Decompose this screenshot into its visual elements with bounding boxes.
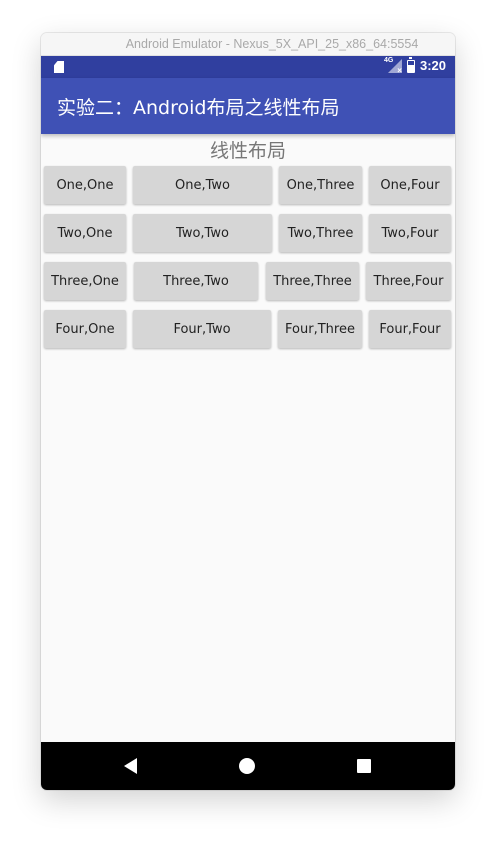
clock: 3:20 [419, 58, 446, 73]
button-three-two[interactable]: Three,Two [134, 262, 258, 300]
button-four-two[interactable]: Four,Two [133, 310, 271, 348]
button-row-two: Two,One Two,Two Two,Three Two,Four [41, 210, 455, 258]
window-titlebar: Android Emulator - Nexus_5X_API_25_x86_6… [41, 33, 455, 56]
status-right: 4G × 3:20 [383, 56, 446, 75]
network-label: 4G [383, 57, 394, 64]
window-title: Android Emulator - Nexus_5X_API_25_x86_6… [125, 37, 419, 51]
emulator-window: Android Emulator - Nexus_5X_API_25_x86_6… [41, 33, 455, 790]
button-one-four[interactable]: One,Four [369, 166, 451, 204]
button-four-four[interactable]: Four,Four [369, 310, 451, 348]
button-four-one[interactable]: Four,One [44, 310, 126, 348]
button-row-one: One,One One,Two One,Three One,Four [41, 162, 455, 210]
status-bar: 4G × 3:20 [41, 56, 455, 78]
main-content: 线性布局 One,One One,Two One,Three One,Four … [41, 134, 455, 741]
battery-icon [406, 56, 415, 73]
button-two-one[interactable]: Two,One [44, 214, 126, 252]
page-heading: 线性布局 [209, 140, 286, 162]
network-icon: 4G × [383, 57, 402, 75]
back-icon[interactable] [124, 758, 137, 774]
button-four-three[interactable]: Four,Three [278, 310, 362, 348]
home-icon[interactable] [239, 758, 255, 774]
button-one-one[interactable]: One,One [44, 166, 126, 204]
button-one-three[interactable]: One,Three [279, 166, 362, 204]
button-one-two[interactable]: One,Two [133, 166, 272, 204]
navigation-bar [41, 742, 455, 790]
button-two-two[interactable]: Two,Two [133, 214, 272, 252]
button-row-four: Four,One Four,Two Four,Three Four,Four [41, 306, 455, 354]
sd-card-icon [54, 61, 64, 73]
recents-icon[interactable] [357, 759, 371, 773]
button-two-four[interactable]: Two,Four [369, 214, 451, 252]
app-bar: 实验二：Android布局之线性布局 [41, 78, 455, 134]
button-row-three: Three,One Three,Two Three,Three Three,Fo… [41, 258, 455, 306]
app-title: 实验二：Android布局之线性布局 [57, 97, 340, 119]
button-three-four[interactable]: Three,Four [366, 262, 451, 300]
button-three-three[interactable]: Three,Three [266, 262, 359, 300]
button-three-one[interactable]: Three,One [44, 262, 126, 300]
button-two-three[interactable]: Two,Three [279, 214, 362, 252]
